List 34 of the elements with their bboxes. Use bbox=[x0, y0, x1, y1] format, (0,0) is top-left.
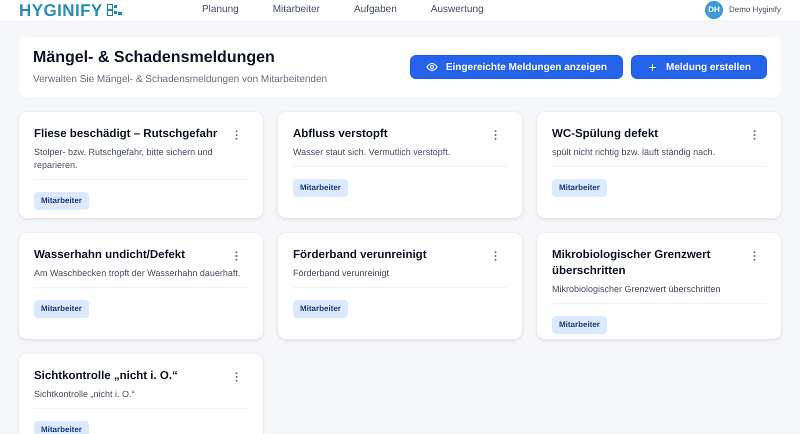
logo-text: HYGINIFY bbox=[19, 2, 103, 18]
action-button[interactable]: Meldung erstellen bbox=[630, 55, 767, 79]
eye-icon bbox=[426, 61, 438, 73]
plus-icon bbox=[646, 62, 658, 72]
role-tag: Mitarbeiter bbox=[293, 300, 348, 318]
report-title: Mikrobiologischer Grenzwert überschritten bbox=[552, 248, 712, 279]
report-description: Sichtkontrolle „nicht i. O.“ bbox=[34, 388, 136, 401]
report-description: Stolper- bzw. Rutschgefahr, bitte sichern und reparieren. bbox=[34, 146, 214, 172]
role-tag: Mitarbeiter bbox=[34, 192, 89, 210]
report-title: Förderband verunreinigt bbox=[293, 248, 427, 263]
nav-link[interactable]: Auswertung bbox=[420, 5, 494, 15]
page-title: Mängel- & Schadensmeldungen bbox=[33, 48, 276, 68]
page-subtitle: Verwalten Sie Mängel- & Schadensmeldungen von Mitarbeitenden bbox=[33, 72, 328, 86]
report-title: Wasserhahn undicht/Defekt bbox=[34, 248, 186, 263]
report-title: Sichtkontrolle „nicht i. O.“ bbox=[34, 369, 178, 384]
role-tag: Mitarbeiter bbox=[552, 179, 607, 197]
report-title: WC-Spülung defekt bbox=[552, 127, 658, 142]
report-title: Abfluss verstopft bbox=[293, 127, 388, 142]
report-description: Förderband verunreinigt bbox=[293, 267, 390, 280]
nav-link[interactable]: Planung bbox=[192, 5, 249, 15]
qr-code-icon bbox=[106, 4, 123, 16]
role-tag: Mitarbeiter bbox=[293, 179, 348, 197]
nav-link[interactable]: Mitarbeiter bbox=[262, 5, 330, 15]
action-button[interactable]: Eingereichte Meldungen anzeigen bbox=[410, 55, 623, 79]
nav-link[interactable]: Aufgaben bbox=[344, 5, 407, 15]
role-tag: Mitarbeiter bbox=[552, 316, 607, 334]
report-title: Fliese beschädigt – Rutschgefahr bbox=[34, 127, 218, 142]
role-tag: Mitarbeiter bbox=[34, 300, 89, 318]
report-description: Mikrobiologischer Grenzwert überschritten bbox=[552, 283, 722, 296]
report-description: Am Waschbecken tropft der Wasserhahn dauerhaft. bbox=[34, 267, 242, 280]
company-name: Demo Hyginify bbox=[728, 4, 781, 16]
role-tag: Mitarbeiter bbox=[34, 421, 89, 434]
report-description: spült nicht richtig bzw. läuft ständig nach. bbox=[552, 146, 716, 159]
report-description: Wasser staut sich. Vermutlich verstopft. bbox=[293, 146, 452, 159]
